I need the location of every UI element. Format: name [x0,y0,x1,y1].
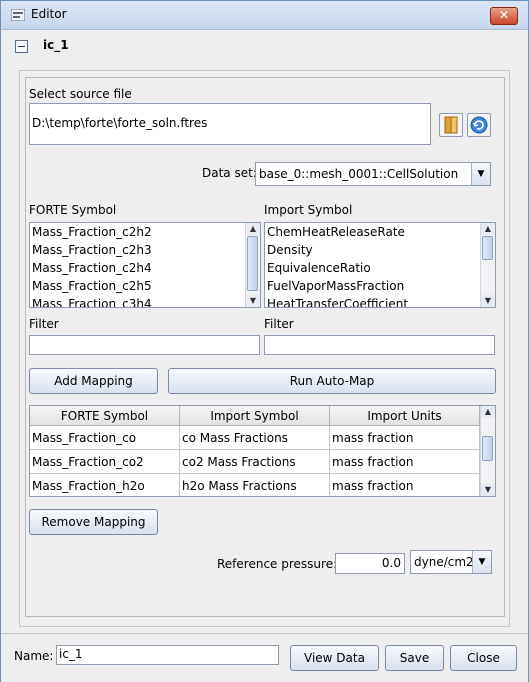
list-item[interactable]: HeatTransferCoefficient [265,295,495,307]
remove-mapping-button[interactable]: Remove Mapping [29,509,158,535]
name-input[interactable]: ic_1 [56,645,279,665]
table-cell[interactable]: Mass_Fraction_co [30,426,180,450]
chevron-down-icon[interactable]: ▼ [471,163,490,185]
list-item[interactable]: Mass_Fraction_c2h4 [30,259,260,277]
list-item[interactable]: Mass_Fraction_c2h2 [30,223,260,241]
forte-filter-input[interactable] [29,335,260,355]
scroll-thumb[interactable] [482,436,493,461]
reference-pressure-label: Reference pressure: [217,557,338,571]
editor-content: ic_1 Select source file D:\temp\forte\fo… [1,30,528,633]
scroll-up-icon[interactable]: ▲ [481,223,495,235]
mapping-panel-inner: Select source file D:\temp\forte\forte_s… [25,77,505,617]
list-item[interactable]: FuelVaporMassFraction [265,277,495,295]
title-bar[interactable]: Editor ✕ [1,1,528,30]
app-icon [11,9,25,21]
editor-window: Editor ✕ ic_1 Select source file D:\temp… [0,0,529,682]
run-auto-map-button[interactable]: Run Auto-Map [168,368,496,394]
source-file-path: D:\temp\forte\forte_soln.ftres [32,116,208,130]
node-title: ic_1 [43,38,69,52]
list-item[interactable]: ChemHeatReleaseRate [265,223,495,241]
table-cell[interactable]: co2 Mass Fractions [180,450,330,474]
reference-pressure-input[interactable]: 0.0 [335,553,405,574]
table-cell[interactable]: mass fraction [330,450,480,474]
column-header-import-units[interactable]: Import Units [330,406,480,426]
table-cell[interactable]: mass fraction [330,426,480,450]
close-button[interactable]: Close [450,645,517,671]
refresh-icon[interactable] [467,113,491,137]
table-cell[interactable]: h2o Mass Fractions [180,474,330,496]
list-item[interactable]: Mass_Fraction_c3h4 [30,295,260,307]
mapping-panel: Select source file D:\temp\forte\forte_s… [19,70,510,627]
scroll-thumb[interactable] [482,236,493,260]
source-file-field[interactable]: D:\temp\forte\forte_soln.ftres [29,103,431,145]
table-cell[interactable]: mass fraction [330,474,480,496]
bottom-bar: Name: ic_1 View Data Save Close [1,633,528,682]
collapse-icon[interactable] [15,40,28,53]
scroll-thumb[interactable] [247,236,258,291]
dataset-label: Data set: [202,166,257,180]
name-value: ic_1 [59,647,83,661]
table-cell[interactable]: co Mass Fractions [180,426,330,450]
scroll-up-icon[interactable]: ▲ [481,406,495,418]
forte-list-scrollbar[interactable]: ▲ ▼ [245,223,260,307]
pressure-unit-value: dyne/cm2 [414,555,474,569]
list-item[interactable]: Mass_Fraction_c2h5 [30,277,260,295]
dataset-value: base_0::mesh_0001::CellSolution [259,167,459,181]
close-icon[interactable]: ✕ [490,7,518,25]
scroll-down-icon[interactable]: ▼ [481,295,495,307]
window-title: Editor [31,7,67,21]
pressure-unit-dropdown[interactable]: dyne/cm2 ▼ [410,550,492,574]
import-symbol-list[interactable]: ChemHeatReleaseRate Density EquivalenceR… [264,222,496,308]
forte-filter-label: Filter [29,317,59,331]
list-item[interactable]: Density [265,241,495,259]
import-filter-input[interactable] [264,335,495,355]
scroll-down-icon[interactable]: ▼ [481,484,495,496]
browse-folder-icon[interactable] [439,113,463,137]
mapping-table[interactable]: FORTE Symbol Import Symbol Import Units … [29,405,496,497]
table-cell[interactable]: Mass_Fraction_co2 [30,450,180,474]
add-mapping-button[interactable]: Add Mapping [29,368,158,394]
chevron-down-icon[interactable]: ▼ [472,551,491,573]
import-list-scrollbar[interactable]: ▲ ▼ [480,223,495,307]
scroll-down-icon[interactable]: ▼ [246,295,260,307]
scroll-up-icon[interactable]: ▲ [246,223,260,235]
import-symbol-label: Import Symbol [264,203,353,217]
forte-symbol-list[interactable]: Mass_Fraction_c2h2 Mass_Fraction_c2h3 Ma… [29,222,261,308]
list-item[interactable]: EquivalenceRatio [265,259,495,277]
forte-symbol-label: FORTE Symbol [29,203,117,217]
column-header-forte-symbol[interactable]: FORTE Symbol [30,406,180,426]
import-filter-label: Filter [264,317,294,331]
view-data-button[interactable]: View Data [290,645,379,671]
save-button[interactable]: Save [385,645,444,671]
list-item[interactable]: Mass_Fraction_c2h3 [30,241,260,259]
dataset-dropdown[interactable]: base_0::mesh_0001::CellSolution ▼ [255,162,491,186]
table-cell[interactable]: Mass_Fraction_h2o [30,474,180,496]
select-source-label: Select source file [29,87,132,101]
table-scrollbar[interactable]: ▲ ▼ [480,406,495,496]
column-header-import-symbol[interactable]: Import Symbol [180,406,330,426]
reference-pressure-value: 0.0 [381,556,401,570]
name-label: Name: [14,649,54,663]
